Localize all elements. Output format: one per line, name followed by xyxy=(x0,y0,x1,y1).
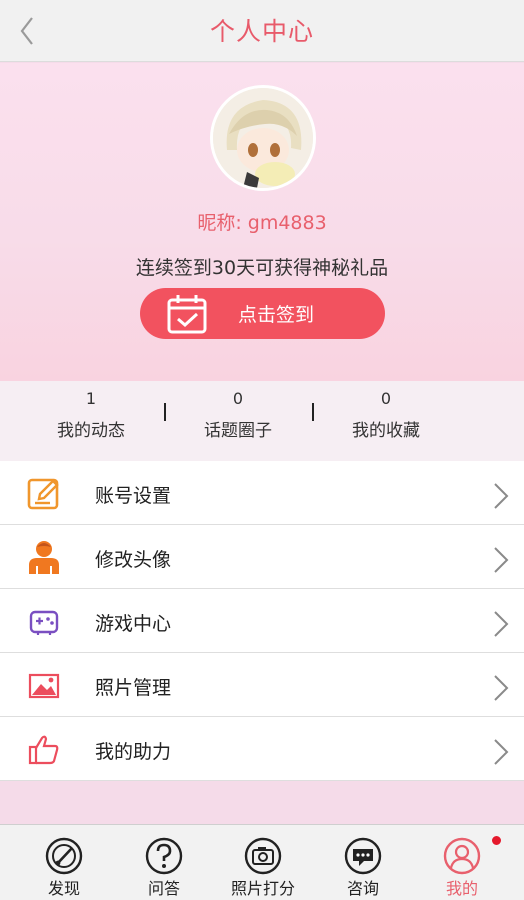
menu-item-change-avatar[interactable]: 修改头像 xyxy=(0,525,524,589)
menu-item-game-center[interactable]: 游戏中心 xyxy=(0,589,524,653)
header-bar: 个人中心 xyxy=(0,0,524,62)
tab-label: 问答 xyxy=(147,879,180,898)
stat-label: 话题圈子 xyxy=(204,421,272,441)
settings-menu: 账号设置 修改头像 游戏中心 照片管理 我的助力 xyxy=(0,461,524,781)
sign-in-button[interactable]: 点击签到 xyxy=(140,288,385,339)
chevron-right-icon xyxy=(494,739,509,765)
profile-section: 昵称: gm4883 连续签到30天可获得神秘礼品 点击签到 xyxy=(0,63,524,381)
tab-label: 咨询 xyxy=(346,879,379,898)
user-icon xyxy=(443,837,481,875)
stat-count: 0 xyxy=(232,389,244,408)
avatar-image xyxy=(213,88,313,188)
tab-label: 发现 xyxy=(47,879,80,898)
stat-label: 我的收藏 xyxy=(352,421,420,441)
menu-item-photo-management[interactable]: 照片管理 xyxy=(0,653,524,717)
tab-label: 我的 xyxy=(445,879,478,898)
picture-icon xyxy=(28,673,60,699)
stat-label: 我的动态 xyxy=(57,421,125,441)
sign-in-hint: 连续签到30天可获得神秘礼品 xyxy=(135,257,389,279)
person-icon xyxy=(29,541,59,574)
menu-label: 照片管理 xyxy=(95,677,172,699)
nickname: 昵称: gm4883 xyxy=(197,212,327,234)
chevron-right-icon xyxy=(494,611,509,637)
stat-count: 1 xyxy=(85,389,97,408)
page-title: 个人中心 xyxy=(209,17,314,46)
tab-qa[interactable]: 问答 xyxy=(114,825,214,900)
menu-label: 游戏中心 xyxy=(95,613,172,635)
bottom-tab-bar: 发现 问答 照片打分 咨询 我的 xyxy=(0,824,524,900)
edit-icon xyxy=(27,478,59,510)
sign-in-label: 点击签到 xyxy=(238,304,315,326)
tab-consult[interactable]: 咨询 xyxy=(313,825,413,900)
stat-my-posts[interactable]: 1 我的动态 xyxy=(16,389,166,441)
calendar-check-icon xyxy=(167,295,207,334)
question-icon xyxy=(145,837,183,875)
menu-label: 账号设置 xyxy=(95,485,172,507)
stat-my-favorites[interactable]: 0 我的收藏 xyxy=(311,389,461,441)
compass-icon xyxy=(45,837,83,875)
stat-topic-circles[interactable]: 0 话题圈子 xyxy=(163,389,313,441)
menu-item-my-boost[interactable]: 我的助力 xyxy=(0,717,524,781)
tab-mine[interactable]: 我的 xyxy=(412,825,512,900)
chevron-right-icon xyxy=(494,675,509,701)
thumbs-up-icon xyxy=(28,735,59,765)
tab-discover[interactable]: 发现 xyxy=(14,825,114,900)
stats-bar: 1 我的动态 0 话题圈子 0 我的收藏 xyxy=(0,381,524,461)
menu-item-account-settings[interactable]: 账号设置 xyxy=(0,461,524,525)
notification-badge xyxy=(490,834,503,847)
avatar[interactable] xyxy=(210,85,316,191)
menu-label: 我的助力 xyxy=(95,741,172,763)
stat-count: 0 xyxy=(380,389,392,408)
menu-label: 修改头像 xyxy=(95,549,172,571)
chat-icon xyxy=(344,837,382,875)
tab-label: 照片打分 xyxy=(230,879,295,898)
tab-photo-rating[interactable]: 照片打分 xyxy=(213,825,313,900)
chevron-right-icon xyxy=(494,483,509,509)
chevron-right-icon xyxy=(494,547,509,573)
camera-icon xyxy=(244,837,282,875)
gamepad-icon xyxy=(29,610,59,635)
